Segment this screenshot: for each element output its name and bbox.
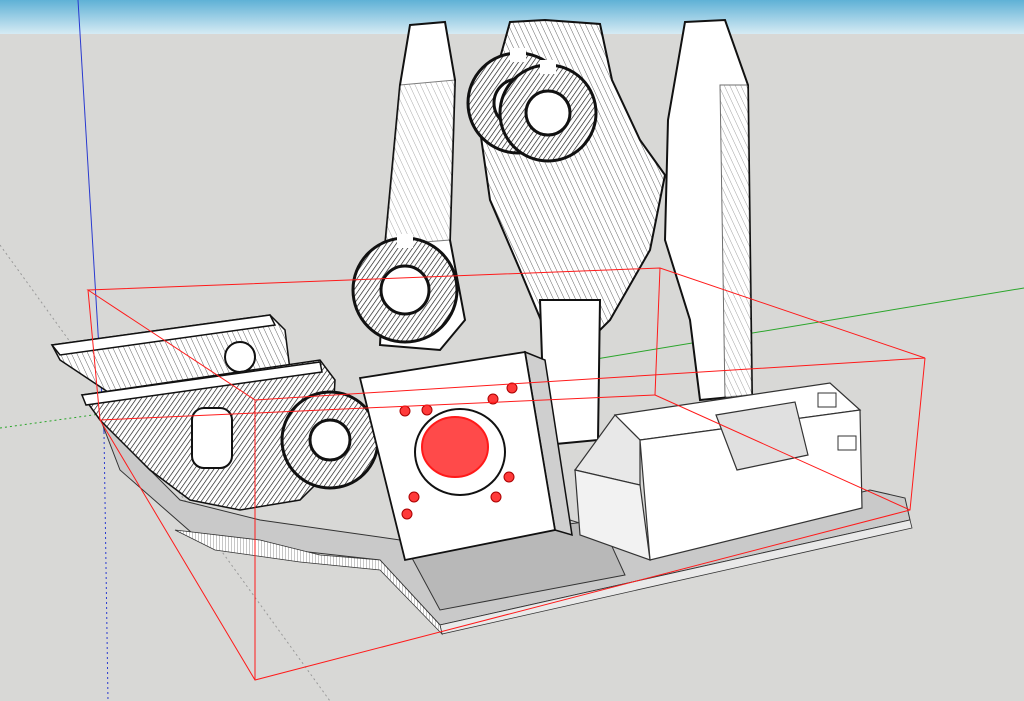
left-arm-slot — [191, 407, 233, 469]
blue-axis-dotted — [103, 431, 109, 701]
model-scene[interactable] — [0, 0, 1024, 701]
left-arm-hole — [224, 341, 256, 373]
right-tower[interactable] — [663, 18, 754, 402]
motor-gear-selected — [421, 416, 489, 478]
green-axis-dotted — [0, 413, 101, 429]
box-port-top — [817, 392, 837, 408]
box-port-bottom — [837, 435, 857, 451]
spool-ring-lower[interactable] — [280, 390, 380, 490]
green-axis — [589, 287, 1024, 361]
3d-modeling-viewport[interactable] — [0, 0, 1024, 701]
